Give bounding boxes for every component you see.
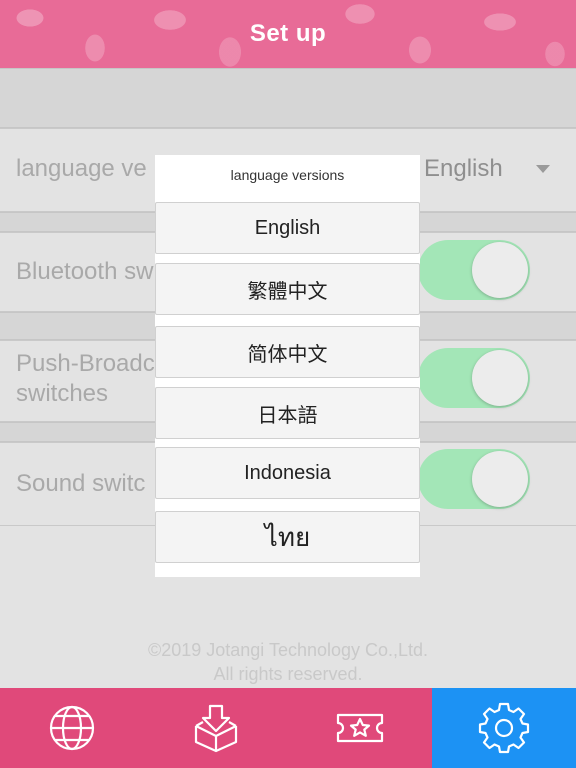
section-spacer — [0, 68, 576, 128]
toggle-knob — [472, 350, 528, 406]
language-option-indonesian[interactable]: Indonesia — [155, 447, 420, 499]
star-ticket-icon — [336, 713, 384, 743]
header-bar: Set up — [0, 0, 576, 68]
rights-text: All rights reserved. — [213, 664, 363, 684]
download-box-icon — [194, 704, 238, 753]
tab-download[interactable] — [144, 688, 288, 768]
push-label-line2: switches — [16, 380, 109, 407]
language-option-simplified-chinese[interactable]: 简体中文 — [155, 326, 420, 378]
language-option-english[interactable]: English — [155, 202, 420, 254]
tab-language[interactable] — [0, 688, 144, 768]
language-option-thai[interactable]: ไทย — [155, 511, 420, 563]
language-option-japanese[interactable]: 日本語 — [155, 387, 420, 439]
dropdown-caret-icon[interactable] — [536, 165, 550, 173]
bluetooth-label: Bluetooth sw — [16, 258, 154, 285]
language-option-traditional-chinese[interactable]: 繁體中文 — [155, 263, 420, 315]
gear-icon — [478, 702, 530, 754]
sound-label: Sound switc — [16, 470, 146, 497]
language-value[interactable]: English — [424, 155, 503, 183]
push-label-line1: Push-Broadc — [16, 350, 155, 377]
language-picker-dialog: language versions English 繁體中文 简体中文 日本語 … — [155, 155, 420, 577]
toggle-knob — [472, 242, 528, 298]
tab-settings[interactable] — [432, 688, 576, 768]
sound-toggle[interactable] — [418, 449, 530, 509]
language-label: language ve — [16, 155, 147, 182]
bluetooth-toggle[interactable] — [418, 240, 530, 300]
page-title: Set up — [249, 20, 327, 47]
tab-coupons[interactable] — [288, 688, 432, 768]
dialog-title: language versions — [230, 167, 345, 183]
bottom-tab-bar — [0, 688, 576, 768]
toggle-knob — [472, 451, 528, 507]
push-toggle[interactable] — [418, 348, 530, 408]
copyright-text: ©2019 Jotangi Technology Co.,Ltd. — [147, 640, 429, 660]
globe-icon — [49, 705, 95, 751]
